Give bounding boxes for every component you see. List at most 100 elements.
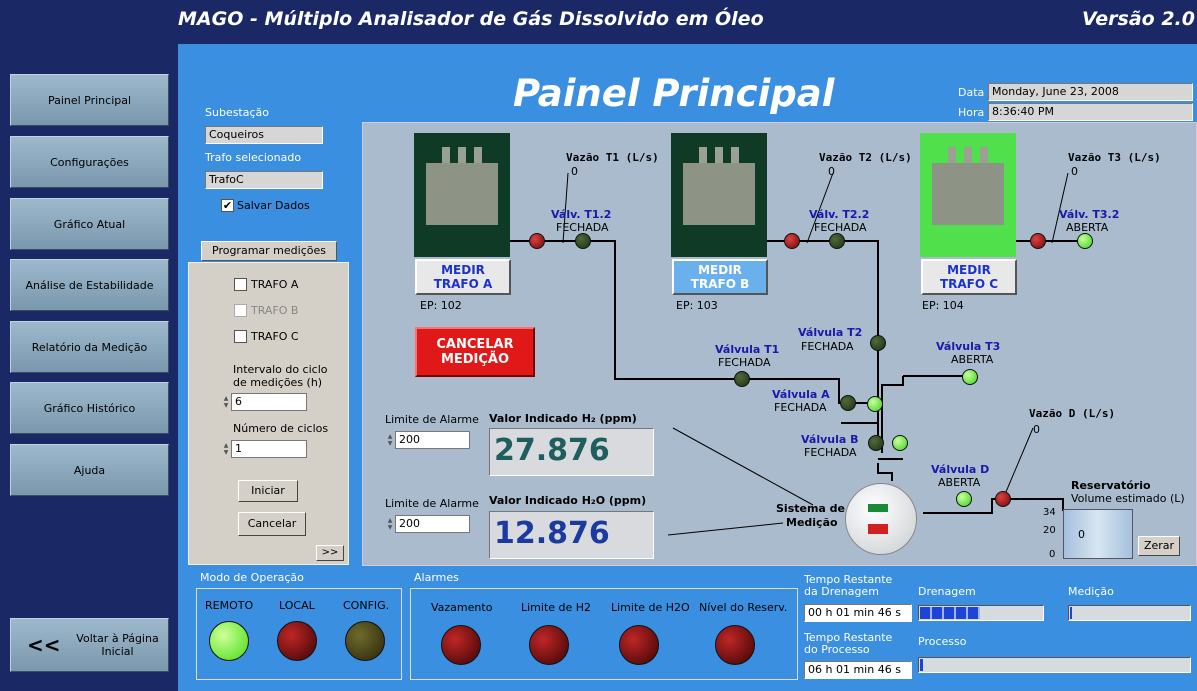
measurement-progress-bar	[1068, 605, 1191, 621]
process-label: Processo	[918, 635, 967, 648]
stepper-arrows-icon[interactable]: ▲ ▼	[385, 515, 395, 533]
reservoir-tank: 0	[1063, 509, 1133, 559]
drainage-progress-fill	[920, 607, 980, 619]
flow-d-value: 0	[1033, 423, 1040, 436]
operation-mode-label: Modo de Operação	[200, 571, 304, 584]
h2o-alarm-limit-label: Limite de Alarme	[385, 497, 479, 510]
trafo-c-label: TRAFO C	[251, 330, 299, 343]
date-label: Data	[958, 86, 985, 99]
checkbox-box	[234, 304, 247, 317]
valve-t1-2-indicator-icon[interactable]	[575, 233, 591, 249]
h2o-alarm-limit-stepper[interactable]: ▲ ▼ 200	[385, 515, 470, 533]
cancel-schedule-button[interactable]: Cancelar	[238, 512, 306, 536]
checkbox-box	[234, 278, 247, 291]
trafo-b-label: TRAFO B	[251, 304, 299, 317]
flow-d-indicator-icon	[995, 491, 1011, 507]
transformer-c-image	[920, 133, 1016, 257]
measure-trafo-c-button[interactable]: MEDIR TRAFO C	[921, 259, 1017, 295]
stepper-arrows-icon[interactable]: ▲ ▼	[221, 393, 231, 411]
valve-b-indicator-icon[interactable]	[868, 435, 884, 451]
expand-button[interactable]: >>	[316, 545, 344, 561]
operation-mode-panel: REMOTO LOCAL CONFIG.	[196, 588, 402, 680]
h2-alarm-limit-stepper[interactable]: ▲ ▼ 200	[385, 431, 470, 449]
cycles-stepper[interactable]: ▲ ▼ 1	[221, 440, 307, 458]
time-field: 8:36:40 PM	[988, 103, 1193, 121]
process-progress-fill	[920, 659, 923, 671]
nav-ajuda-button[interactable]: Ajuda	[10, 444, 169, 496]
back-to-home-button[interactable]: << Voltar à Página Inicial	[10, 618, 169, 672]
interval-input[interactable]: 6	[231, 393, 307, 411]
alarm-leak-label: Vazamento	[431, 601, 493, 614]
h2-reading-label: Valor Indicado H₂ (ppm)	[489, 412, 637, 425]
measurement-progress-fill	[1070, 607, 1072, 619]
trafo-field: TrafoC	[205, 171, 323, 189]
save-data-checkbox[interactable]: ✔ Salvar Dados	[221, 199, 310, 212]
mode-config-label: CONFIG.	[343, 599, 390, 612]
back-label: Voltar à Página Inicial	[76, 632, 159, 658]
nav-configuracoes-button[interactable]: Configurações	[10, 136, 169, 188]
stepper-arrows-icon[interactable]: ▲ ▼	[221, 440, 231, 458]
reservoir-tick-20: 20	[1043, 525, 1056, 536]
h2o-alarm-limit-input[interactable]: 200	[395, 515, 470, 533]
alarms-label: Alarmes	[414, 571, 459, 584]
valve-b-flow-indicator-icon	[892, 435, 908, 451]
valve-t3-indicator-icon[interactable]	[962, 369, 978, 385]
alarms-panel: Vazamento Limite de H2 Limite de H2O Nív…	[410, 588, 798, 680]
flow-t3-label: Vazão T3 (L/s)	[1068, 151, 1161, 164]
nav-grafico-atual-button[interactable]: Gráfico Atual	[10, 198, 169, 250]
measurement-label: Medição	[1068, 585, 1114, 598]
valve-t1-indicator-icon[interactable]	[734, 371, 750, 387]
drain-time-field: 00 h 01 min 46 s	[804, 604, 912, 622]
nav-relatorio-medicao-button[interactable]: Relatório da Medição	[10, 321, 169, 373]
cancel-measurement-button[interactable]: CANCELAR MEDIÇÃO	[415, 327, 535, 377]
system-label-1: Sistema de	[776, 502, 846, 515]
transformer-body	[683, 163, 755, 225]
valve-d-indicator-icon[interactable]	[956, 491, 972, 507]
valve-t2-2-indicator-icon[interactable]	[829, 233, 845, 249]
stepper-arrows-icon[interactable]: ▲ ▼	[385, 431, 395, 449]
h2-alarm-limit-input[interactable]: 200	[395, 431, 470, 449]
nav-grafico-historico-button[interactable]: Gráfico Histórico	[10, 382, 169, 434]
measure-trafo-b-button[interactable]: MEDIR TRAFO B	[672, 259, 768, 295]
interval-label-1: Intervalo do ciclo	[233, 363, 328, 376]
alarm-h2-indicator-icon	[529, 625, 569, 665]
measure-trafo-a-button[interactable]: MEDIR TRAFO A	[415, 259, 511, 295]
checkbox-box	[234, 330, 247, 343]
mode-remote-label: REMOTO	[205, 599, 254, 612]
valve-a-label: Válvula A	[772, 388, 830, 401]
process-time-field: 06 h 01 min 46 s	[804, 661, 912, 679]
schedule-measurements-button[interactable]: Programar medições	[201, 241, 337, 261]
app-title: MAGO - Múltiplo Analisador de Gás Dissol…	[178, 8, 764, 30]
transformer-a-image	[414, 133, 510, 257]
flow-d-label: Vazão D (L/s)	[1029, 407, 1116, 420]
trafo-b-checkbox[interactable]: TRAFO B	[234, 304, 298, 317]
save-data-label: Salvar Dados	[237, 199, 310, 212]
valve-d-state: ABERTA	[938, 476, 981, 489]
nav-painel-principal-button[interactable]: Painel Principal	[10, 74, 169, 126]
flow-t2-label: Vazão T2 (L/s)	[819, 151, 912, 164]
nav-analise-estabilidade-button[interactable]: Análise de Estabilidade	[10, 259, 169, 311]
time-label: Hora	[958, 106, 985, 119]
trafo-a-checkbox[interactable]: TRAFO A	[234, 278, 298, 291]
cycles-input[interactable]: 1	[231, 440, 307, 458]
mode-config-indicator-icon	[345, 621, 385, 661]
trafo-c-checkbox[interactable]: TRAFO C	[234, 330, 299, 343]
main-panel: Painel Principal Data Monday, June 23, 2…	[178, 44, 1197, 691]
zero-reservoir-button[interactable]: Zerar	[1138, 536, 1180, 556]
ep-a-label: EP: 102	[420, 299, 462, 312]
start-button[interactable]: Iniciar	[238, 480, 298, 502]
back-arrow-icon: <<	[27, 633, 61, 657]
drainage-progress-bar	[918, 605, 1044, 621]
valve-b-state: FECHADA	[804, 446, 857, 459]
valve-t1-state: FECHADA	[718, 356, 771, 369]
valve-t2-indicator-icon[interactable]	[870, 335, 886, 351]
valve-a-indicator-icon[interactable]	[840, 395, 856, 411]
valve-t3-2-indicator-icon[interactable]	[1077, 233, 1093, 249]
mode-remote-indicator-icon	[209, 621, 249, 661]
date-field: Monday, June 23, 2008	[988, 83, 1193, 101]
interval-stepper[interactable]: ▲ ▼ 6	[221, 393, 307, 411]
alarm-reservoir-indicator-icon	[715, 625, 755, 665]
trafo-a-label: TRAFO A	[251, 278, 299, 291]
left-nav: Painel Principal Configurações Gráfico A…	[0, 44, 178, 691]
flow-t1-label: Vazão T1 (L/s)	[566, 151, 659, 164]
